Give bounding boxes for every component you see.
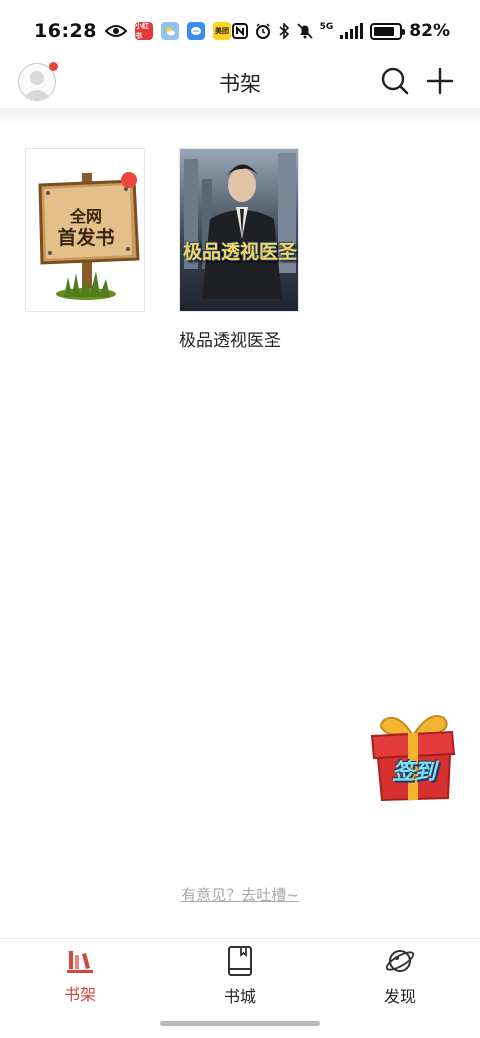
bluetooth-icon (279, 23, 289, 39)
home-indicator[interactable] (160, 1021, 320, 1026)
nav-tab-bookstore[interactable]: 书城 (200, 945, 280, 1007)
book-cover-man-in-suit (184, 153, 296, 299)
network-type: 5G (319, 22, 334, 32)
bookshelf-icon (67, 951, 93, 973)
signal-icon (340, 23, 364, 39)
battery-percent: 82% (409, 21, 450, 41)
nav-label-bookstore: 书城 (223, 987, 256, 1006)
nav-tab-bookshelf[interactable]: 书架 (40, 945, 120, 1005)
sign-in-label: 签到 (391, 760, 436, 785)
plus-icon[interactable] (425, 66, 455, 96)
alarm-icon (255, 23, 270, 39)
sign-in-button[interactable]: 签到 (368, 710, 458, 805)
promo-line-2: 首发书 (57, 227, 115, 249)
nav-tab-discover[interactable]: 发现 (360, 945, 440, 1007)
nav-label-bookshelf: 书架 (63, 985, 96, 1004)
status-bar: 16:28 小红书 美团 5G 82% (0, 0, 480, 62)
app-header: 书架 (0, 56, 480, 108)
battery-icon (370, 22, 406, 40)
book-item[interactable]: 极品透视医圣 极品透视医圣 (179, 148, 299, 351)
planet-icon (385, 950, 415, 972)
messages-icon (186, 22, 205, 40)
nfc-icon (231, 23, 248, 39)
book-title: 极品透视医圣 (179, 331, 281, 351)
meituan-icon: 美团 (212, 22, 231, 40)
new-badge (121, 172, 137, 188)
bottom-nav: 书架 书城 发现 (0, 938, 480, 1038)
book-store-icon (228, 946, 252, 976)
status-time: 16:28 (34, 20, 97, 42)
weather-icon (160, 22, 179, 40)
feedback-link[interactable]: 有意见？去吐槽~ (0, 884, 480, 905)
xiaohongshu-icon: 小红书 (134, 22, 153, 40)
mute-icon (297, 23, 313, 39)
nav-label-discover: 发现 (383, 987, 416, 1006)
header-divider (0, 108, 480, 126)
cover-title: 极品透视医圣 (182, 241, 297, 263)
book-cover: 极品透视医圣 (179, 148, 299, 312)
search-icon[interactable] (380, 66, 410, 96)
eye-icon (104, 25, 127, 37)
